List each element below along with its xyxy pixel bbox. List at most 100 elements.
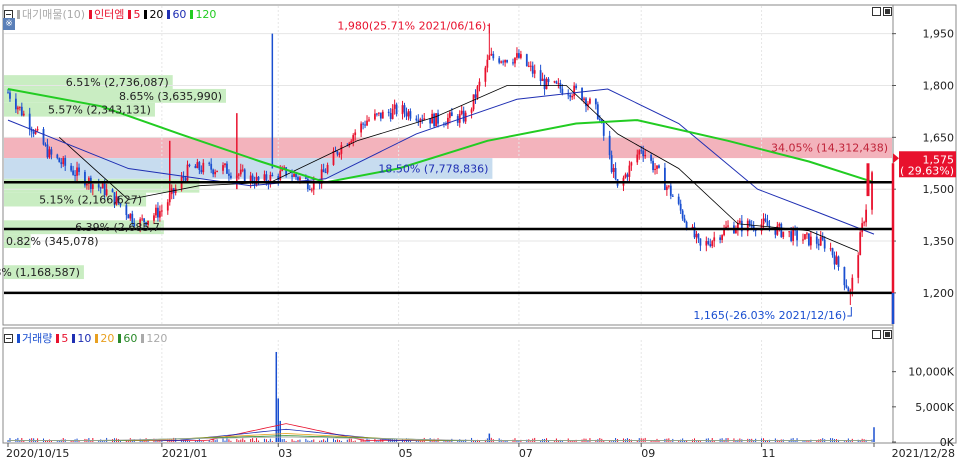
candle-body (699, 238, 702, 246)
legend-label: 5 (61, 331, 69, 345)
candle-body (790, 231, 793, 241)
candle-body (559, 83, 562, 89)
candle-body (322, 169, 325, 173)
legend-label: 대기매물(10) (22, 8, 86, 21)
candle-body (506, 60, 508, 63)
high-annotation: 1,980(25.71% 2021/06/16) (337, 19, 486, 32)
candle-body (157, 207, 159, 218)
candle-body (350, 141, 353, 143)
candle-body (184, 178, 187, 181)
volume-profile-label: 6.51% (2,736,087) (66, 76, 169, 89)
legend-entry[interactable]: 5 (56, 330, 68, 346)
candle-body (490, 53, 493, 56)
candle-body (127, 215, 130, 219)
candle-body (20, 106, 23, 116)
candle-body (237, 174, 240, 176)
candle-body (295, 174, 297, 178)
candle-body (291, 175, 293, 177)
volume-profile-label: 5.57% (2,343,131) (48, 104, 151, 117)
legend-entry[interactable]: 20 (95, 330, 114, 346)
candle-body (228, 173, 230, 176)
candle-body (630, 162, 633, 166)
close-button[interactable] (883, 7, 892, 16)
legend-entry[interactable]: 거래량 (17, 330, 52, 346)
candle-body (474, 94, 477, 98)
maximize-button[interactable] (872, 330, 881, 339)
candle-body (243, 169, 246, 183)
legend-entry[interactable]: 10 (72, 330, 91, 346)
candle-body (545, 78, 548, 90)
candle-body (393, 104, 396, 109)
candle-body (498, 58, 501, 63)
candle-body (9, 92, 11, 99)
candle-body (472, 94, 475, 110)
candle-body (186, 164, 189, 181)
candle-body (650, 154, 652, 161)
candle-body (476, 86, 479, 98)
legend-swatch (89, 9, 93, 19)
candle-body (22, 113, 25, 116)
date-tick-label: 07 (519, 447, 533, 460)
candle-body (656, 165, 658, 169)
candle-body (525, 54, 528, 66)
legend-entry[interactable]: 60 (118, 330, 137, 346)
candle-body (750, 225, 753, 227)
candle-body (478, 81, 481, 87)
legend-entry[interactable]: 5 (128, 6, 140, 22)
candle-body (612, 168, 615, 172)
volume-profile-label: 8.65% (3,635,990) (119, 90, 222, 103)
price-legend: 대기매물(10) 인터엠 5 20 60 120 (4, 6, 216, 22)
candle-body (352, 135, 355, 142)
candle-body (445, 124, 447, 126)
candle-body (829, 248, 832, 250)
collapse-icon[interactable] (4, 333, 13, 343)
candle-body (74, 174, 76, 176)
candle-body (86, 183, 88, 186)
candle-body (111, 189, 114, 193)
legend-entry[interactable]: 인터엠 (89, 6, 124, 22)
candle-body (539, 70, 542, 82)
candle-body (598, 119, 601, 121)
candle-body (377, 112, 380, 114)
candle-body (583, 98, 585, 100)
legend-label: 10 (77, 331, 92, 345)
candle-body (735, 229, 737, 234)
candle-body (310, 189, 313, 191)
legend-entry[interactable]: 120 (141, 330, 167, 346)
candle-body (160, 210, 163, 212)
candle-body (847, 287, 850, 292)
candle-body (263, 174, 266, 181)
candle-body (833, 255, 836, 265)
date-tick-label: 11 (762, 447, 776, 460)
legend-swatch (95, 333, 99, 343)
candle-body (210, 163, 213, 170)
candle-body (512, 62, 514, 64)
candle-body (488, 55, 491, 60)
candle-body (336, 151, 339, 155)
candle-body (782, 231, 785, 237)
maximize-button[interactable] (872, 7, 881, 16)
candle-body (387, 111, 390, 113)
legend-entry[interactable]: 20 (144, 6, 163, 22)
candle-body (589, 98, 591, 104)
candle-body (567, 94, 570, 96)
candle-body (808, 233, 810, 246)
candle-body (216, 170, 219, 172)
candle-body (624, 174, 627, 178)
candle-body (407, 111, 410, 117)
candle-body (677, 196, 680, 204)
candle-body (91, 184, 94, 190)
candle-body (405, 112, 408, 117)
legend-swatch (118, 333, 122, 343)
legend-entry[interactable]: 60 (167, 6, 186, 22)
price-legend-items: 대기매물(10) 인터엠 5 20 60 120 (17, 6, 216, 22)
legend-entry[interactable]: 대기매물(10) (17, 6, 85, 22)
settings-icon[interactable]: ※ (3, 18, 15, 30)
candle-body (857, 255, 860, 278)
legend-swatch (167, 9, 171, 19)
candle-body (849, 290, 852, 292)
candle-body (214, 171, 217, 175)
volume-legend: 거래량 5 10 20 60 120 (4, 330, 167, 346)
legend-entry[interactable]: 120 (190, 6, 216, 22)
close-button[interactable] (883, 330, 892, 339)
